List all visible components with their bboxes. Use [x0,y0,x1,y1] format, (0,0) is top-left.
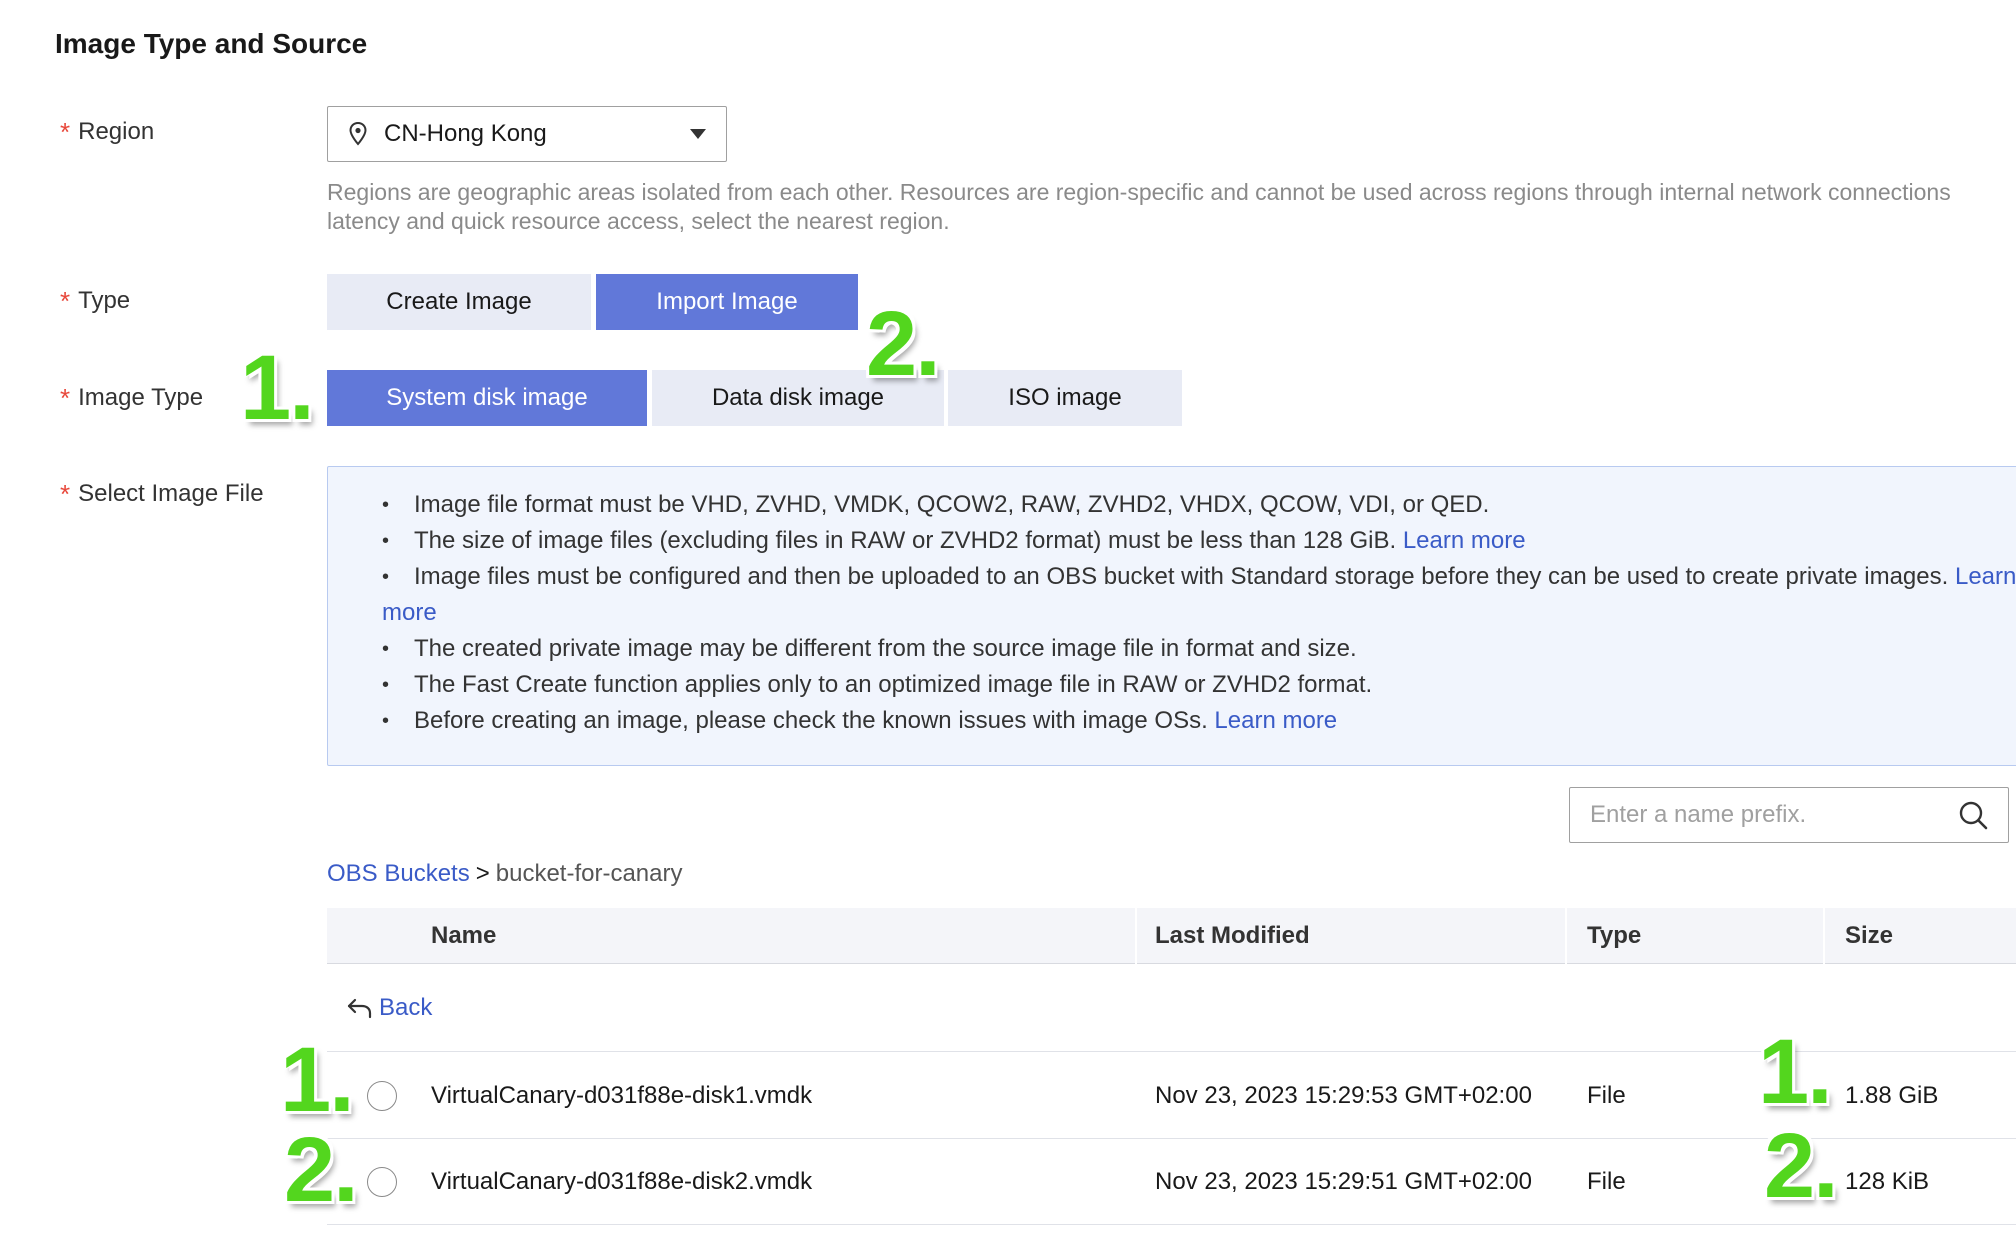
select-image-file-label: * Select Image File [60,480,264,508]
step-annotation: 1. [280,1029,355,1131]
type-label: * Type [60,287,130,315]
info-note: The Fast Create function applies only to… [382,667,2016,703]
back-label[interactable]: Back [379,994,432,1022]
breadcrumb-obs-buckets[interactable]: OBS Buckets [327,860,470,888]
import-image-button[interactable]: Import Image [596,274,858,330]
last-modified: Nov 23, 2023 15:29:51 GMT+02:00 [1155,1168,1532,1195]
info-note: Before creating an image, please check t… [382,703,2016,739]
row-radio[interactable] [367,1081,397,1111]
file-type: File [1587,1082,1626,1109]
step-annotation: 1. [240,337,315,439]
location-pin-icon [349,122,367,146]
column-divider [1565,908,1567,964]
region-hint: Regions are geographic areas isolated fr… [327,178,2016,236]
breadcrumb: OBS Buckets > bucket-for-canary [327,860,683,888]
file-name: VirtualCanary-d031f88e-disk2.vmdk [431,1168,813,1195]
last-modified: Nov 23, 2023 15:29:53 GMT+02:00 [1155,1082,1532,1109]
file-size: 1.88 GiB [1845,1082,1939,1109]
info-note: Image file format must be VHD, ZVHD, VMD… [382,487,2016,523]
file-type: File [1587,1168,1626,1195]
iso-image-button[interactable]: ISO image [948,370,1182,426]
system-disk-image-button[interactable]: System disk image [327,370,647,426]
required-asterisk: * [60,117,71,147]
info-note: The size of image files (excluding files… [382,523,2016,559]
learn-more-link[interactable]: Learn more [1403,527,1526,554]
select-image-file-label-text: Select Image File [78,480,264,507]
row-radio[interactable] [367,1167,397,1197]
image-file-info-panel: Image file format must be VHD, ZVHD, VMD… [327,466,2016,766]
back-arrow-icon [347,998,372,1019]
search-box[interactable] [1569,787,2009,843]
chevron-down-icon [690,129,706,139]
required-asterisk: * [60,286,71,316]
image-type-label-text: Image Type [78,384,204,411]
column-header-type[interactable]: Type [1587,908,1641,964]
search-input[interactable] [1590,801,1958,829]
info-note: The created private image may be differe… [382,631,2016,667]
type-label-text: Type [78,287,131,314]
region-hint-line2: latency and quick resource access, selec… [327,208,950,234]
column-header-name[interactable]: Name [431,908,496,964]
column-divider [1823,908,1825,964]
file-name: VirtualCanary-d031f88e-disk1.vmdk [431,1082,813,1109]
step-annotation: 1. [1758,1021,1833,1123]
create-image-button[interactable]: Create Image [327,274,591,330]
region-select[interactable]: CN-Hong Kong [327,106,727,162]
column-divider [1135,908,1137,964]
breadcrumb-current: bucket-for-canary [495,860,683,887]
table-row[interactable]: VirtualCanary-d031f88e-disk2.vmdk Nov 23… [327,1139,2016,1225]
file-size: 128 KiB [1845,1168,1930,1195]
table-header: Name Last Modified Type Size [327,908,2016,964]
learn-more-link-cont[interactable]: more [382,595,2016,631]
breadcrumb-separator: > [475,860,490,887]
column-header-last-modified[interactable]: Last Modified [1155,908,1310,964]
step-annotation: 2. [866,293,941,395]
required-asterisk: * [60,383,71,413]
info-note: Image files must be configured and then … [382,559,2016,631]
search-icon[interactable] [1958,800,1988,830]
region-label: * Region [60,118,154,146]
step-annotation: 2. [284,1119,359,1221]
region-value: CN-Hong Kong [384,120,547,147]
learn-more-link[interactable]: Learn more [1214,707,1337,734]
required-asterisk: * [60,479,71,509]
step-annotation: 2. [1764,1115,1839,1217]
region-label-text: Region [78,118,155,145]
section-title: Image Type and Source [55,28,368,59]
image-type-label: * Image Type [60,384,203,412]
learn-more-link[interactable]: Learn [1955,563,2016,590]
column-header-size[interactable]: Size [1845,908,1893,964]
back-link[interactable]: Back [347,994,432,1022]
region-hint-line1: Regions are geographic areas isolated fr… [327,179,1951,205]
